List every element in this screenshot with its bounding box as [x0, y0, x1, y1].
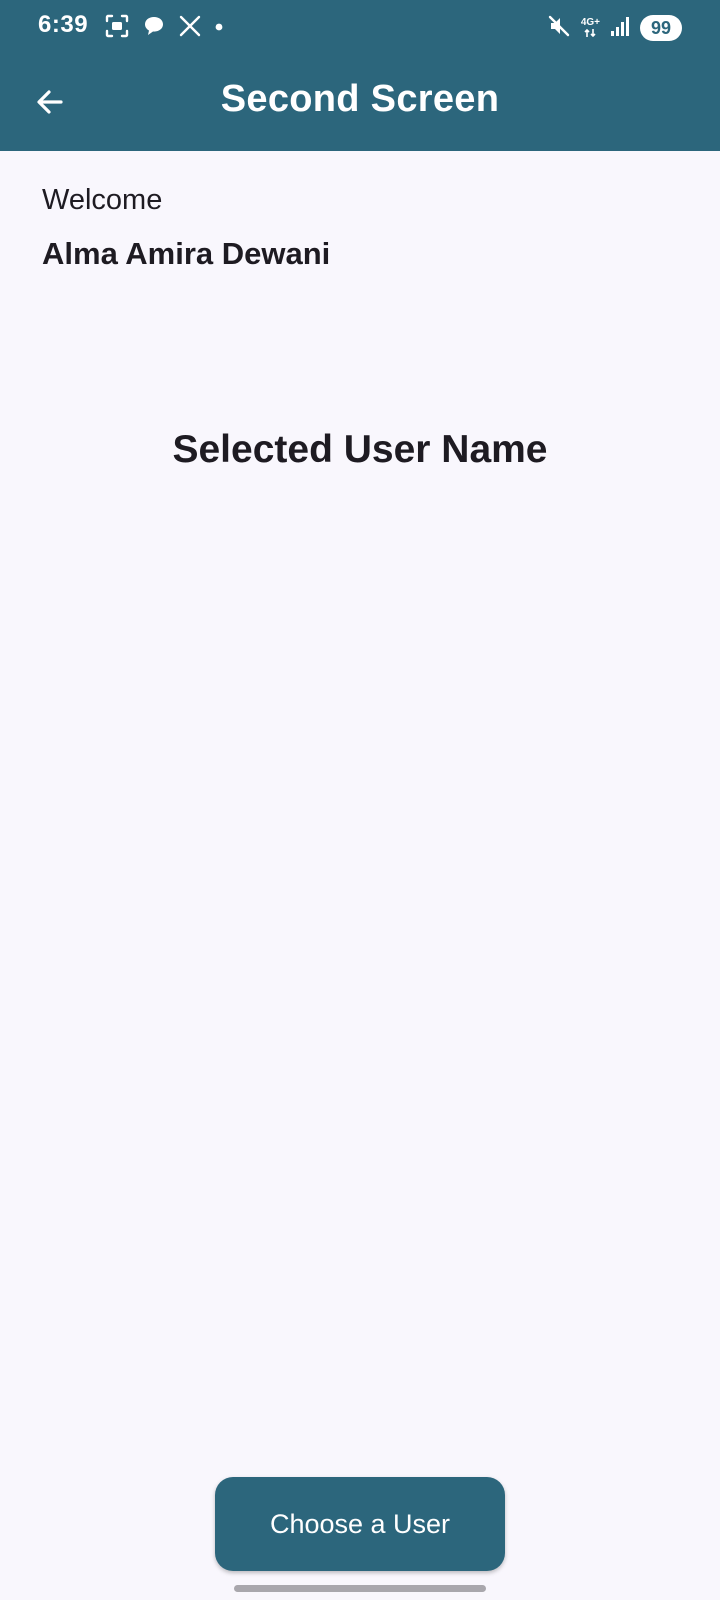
- battery-icon: 99: [640, 15, 682, 41]
- user-name: Alma Amira Dewani: [42, 236, 331, 271]
- status-system-icons: 4G+ 99: [547, 12, 682, 44]
- status-notification-icons: [104, 14, 224, 42]
- selected-user-name: Selected User Name: [172, 428, 548, 471]
- network-type-label: 4G+: [580, 17, 600, 28]
- network-arrows-icon: 4G+: [581, 18, 600, 38]
- x-logo-icon: [178, 14, 202, 43]
- screenshot-icon: [104, 13, 130, 44]
- choose-user-button[interactable]: Choose a User: [215, 1477, 505, 1571]
- page-title: Second Screen: [220, 78, 500, 120]
- chat-bubble-icon: [142, 14, 166, 43]
- top-bar: 6:39 4G+ 99 Second Screen: [0, 0, 720, 151]
- mute-icon: [547, 14, 571, 43]
- home-indicator[interactable]: [234, 1585, 486, 1592]
- status-time: 6:39: [38, 11, 89, 38]
- app-bar: Second Screen: [0, 56, 720, 151]
- signal-icon: [610, 15, 630, 42]
- notification-dot-icon: [214, 19, 224, 37]
- welcome-label: Welcome: [42, 184, 163, 216]
- second-screen: 6:39 4G+ 99 Second Screen Welcome Alma A…: [0, 0, 720, 1600]
- status-bar: 6:39 4G+ 99: [0, 0, 720, 56]
